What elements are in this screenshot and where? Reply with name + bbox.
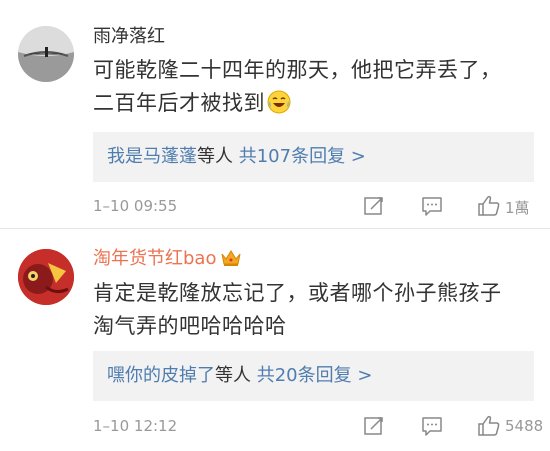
avatar-image: [18, 249, 74, 305]
comment-text-line-2-text: 二百年后才被找到: [93, 91, 265, 115]
reply-users[interactable]: 我是马蓬蓬: [107, 146, 197, 167]
comment-text-line: 可能乾隆二十四年的那天，他把它弄丢了，: [93, 58, 502, 82]
reply-total-link[interactable]: 共107条回复 >: [239, 146, 366, 167]
reply-users[interactable]: 嘿你的皮掉了: [107, 365, 215, 386]
reply-total-link[interactable]: 共20条回复 >: [257, 365, 373, 386]
comment-text: 肯定是乾隆放忘记了，或者哪个孙子熊孩子 淘气弄的吧哈哈哈哈: [93, 277, 533, 343]
timestamp: 1–10 09:55: [93, 197, 178, 215]
comment-footer: 1–10 12:12 5488: [93, 415, 543, 441]
username-text[interactable]: 淘年货节红bao: [93, 248, 216, 269]
comment-item: 淘年货节红bao 肯定是乾隆放忘记了，或者哪个孙子熊孩子 淘气弄的吧哈哈哈哈 嘿…: [0, 229, 550, 451]
replies-summary[interactable]: 嘿你的皮掉了等人 共20条回复 >: [93, 351, 534, 401]
comment-footer: 1–10 09:55 1萬: [93, 195, 533, 219]
like-count: 5488: [505, 417, 544, 435]
edit-icon[interactable]: [363, 195, 385, 221]
comment-text: 可能乾隆二十四年的那天，他把它弄丢了， 二百年后才被找到: [93, 54, 533, 124]
avatar-image: [18, 26, 74, 82]
user-avatar[interactable]: [18, 26, 74, 82]
edit-icon[interactable]: [363, 415, 385, 441]
reply-suffix: 等人: [197, 146, 233, 167]
like-icon[interactable]: [477, 415, 501, 441]
username[interactable]: 雨净落红: [93, 26, 165, 48]
laughing-emoji: [267, 90, 291, 124]
reply-suffix: 等人: [215, 365, 251, 386]
comment-text-line: 肯定是乾隆放忘记了，或者哪个孙子熊孩子: [93, 281, 502, 305]
like-count: 1萬: [505, 199, 530, 217]
message-icon[interactable]: [421, 195, 443, 221]
timestamp: 1–10 12:12: [93, 417, 178, 435]
comment-text-line-2: 淘气弄的吧哈哈哈哈: [93, 314, 287, 338]
username[interactable]: 淘年货节红bao: [93, 248, 242, 273]
crown-icon: [220, 249, 242, 273]
replies-summary[interactable]: 我是马蓬蓬等人 共107条回复 >: [93, 132, 534, 182]
like-icon[interactable]: [477, 195, 501, 221]
message-icon[interactable]: [421, 415, 443, 441]
comment-text-line-2: 二百年后才被找到: [93, 87, 533, 124]
user-avatar[interactable]: [18, 249, 74, 305]
comment-item: 雨净落红 可能乾隆二十四年的那天，他把它弄丢了， 二百年后才被找到 我是马蓬蓬等…: [0, 0, 550, 228]
